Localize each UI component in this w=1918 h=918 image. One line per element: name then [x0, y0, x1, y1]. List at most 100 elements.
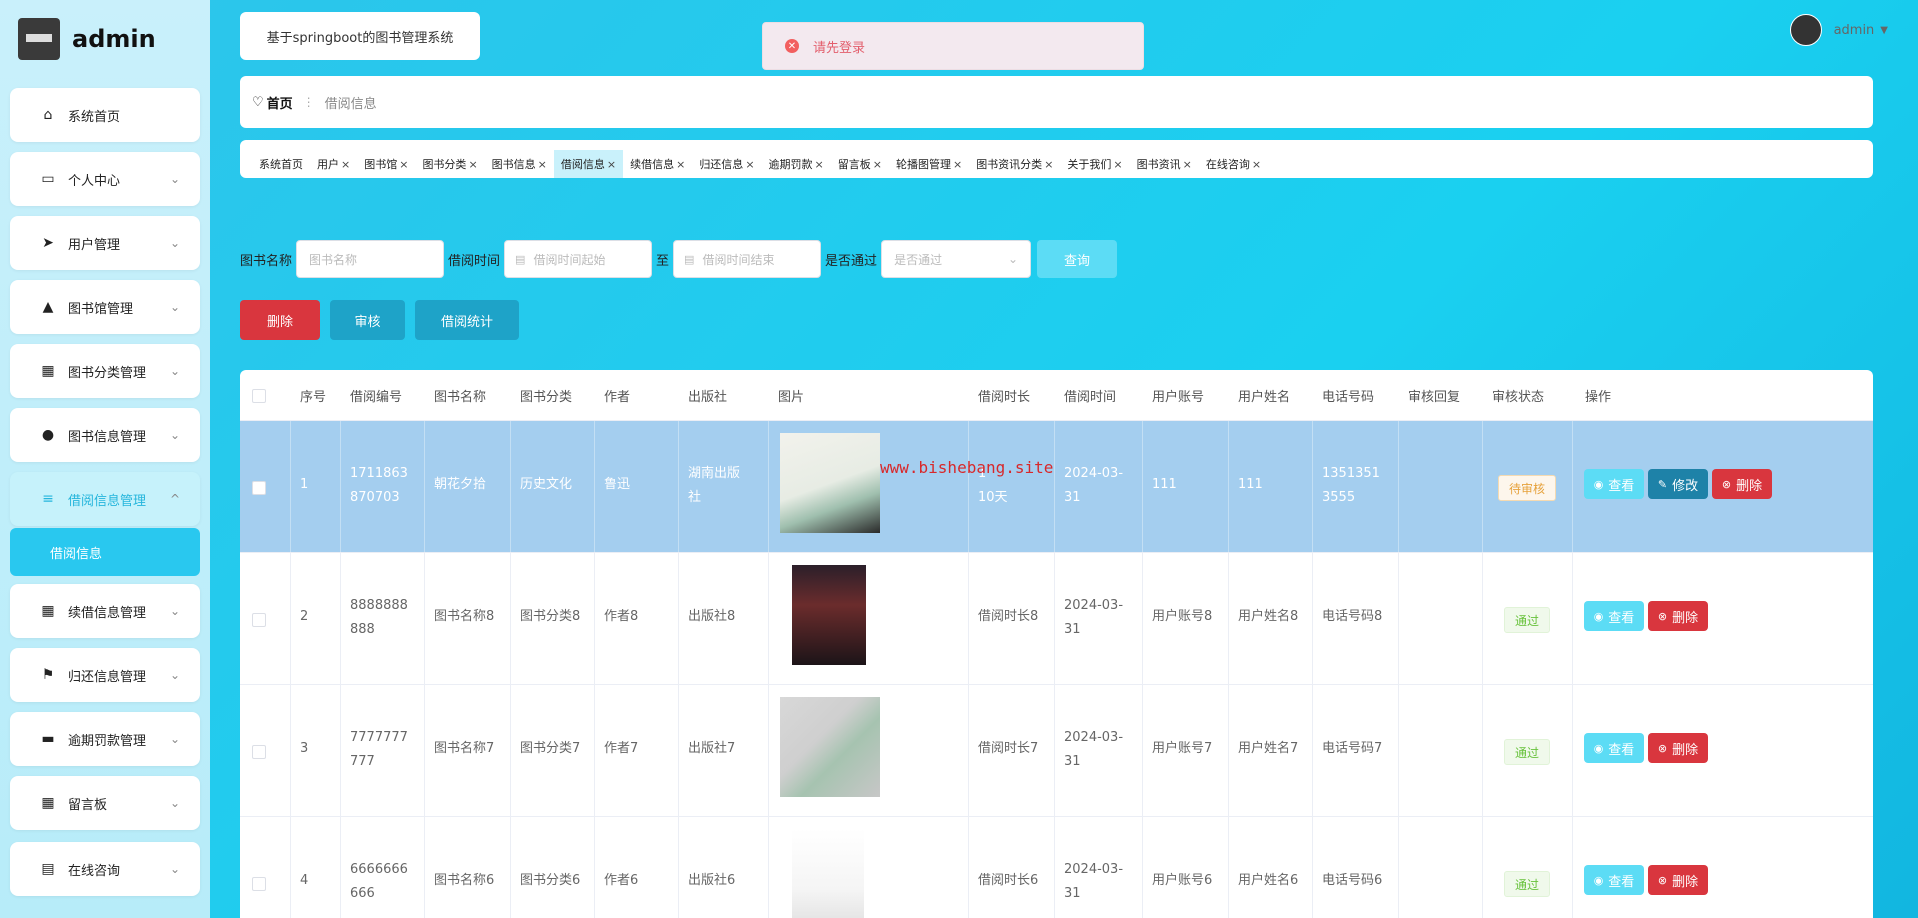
cell: 10天 — [978, 490, 1008, 505]
close-icon[interactable]: × — [815, 158, 824, 171]
close-icon[interactable]: × — [468, 158, 477, 171]
close-icon[interactable]: × — [745, 158, 754, 171]
close-icon[interactable]: × — [1113, 158, 1122, 171]
cell: 出版社7 — [688, 741, 736, 756]
table-row[interactable]: 2 8888888 888 图书名称8 图书分类8 作者8 出版社8 借阅时长8 2024-03… — [240, 552, 1873, 685]
cell: 1711863 — [350, 466, 408, 481]
column-divider — [340, 421, 341, 553]
row-checkbox[interactable] — [252, 613, 266, 627]
delete-button[interactable]: 删除 — [240, 300, 320, 340]
close-icon[interactable]: × — [538, 158, 547, 171]
sidebar-item-1[interactable]: ▭ 个人中心 ⌄ — [10, 152, 200, 206]
sidebar-item-8[interactable]: ⚑ 归还信息管理 ⌄ — [10, 648, 200, 702]
query-button[interactable]: 查询 — [1037, 240, 1118, 278]
tab-14[interactable]: 在线咨询 × — [1199, 150, 1268, 178]
pass-select[interactable]: 是否通过 ⌄ — [881, 240, 1032, 278]
chevron-down-icon: ⌄ — [169, 236, 180, 250]
column-divider — [290, 421, 291, 553]
tab-2[interactable]: 图书馆 × — [357, 150, 415, 178]
cell: 用户账号8 — [1152, 609, 1213, 624]
close-icon[interactable]: × — [676, 158, 685, 171]
sidebar-item-5[interactable]: ● 图书信息管理 ⌄ — [10, 408, 200, 462]
sidebar-item-11[interactable]: ▤ 在线咨询 ⌄ — [10, 842, 200, 896]
breadcrumb-home[interactable]: ♡ 首页 — [252, 93, 293, 112]
close-icon[interactable]: × — [873, 158, 882, 171]
status-badge: 通过 — [1504, 739, 1550, 765]
tab-13[interactable]: 图书资讯 × — [1130, 150, 1199, 178]
tab-11[interactable]: 图书资讯分类 × — [969, 150, 1060, 178]
username[interactable]: admin — [1834, 23, 1875, 38]
del-button[interactable]: ⊗ 删除 — [1648, 601, 1708, 631]
close-icon[interactable]: × — [399, 158, 408, 171]
tab-10[interactable]: 轮播图管理 × — [889, 150, 969, 178]
column-divider — [1312, 421, 1313, 553]
tab-8[interactable]: 逾期罚款 × — [762, 150, 831, 178]
close-icon[interactable]: × — [1044, 158, 1053, 171]
close-icon[interactable]: × — [341, 158, 350, 171]
flag-icon: ⚑ — [41, 667, 55, 683]
view-button[interactable]: ◉ 查看 — [1584, 865, 1644, 895]
close-icon[interactable]: × — [1252, 158, 1261, 171]
borrow-end-date-input[interactable]: ▤ 借阅时间结束 — [673, 240, 822, 278]
table-row[interactable]: 3 7777777 777 图书名称7 图书分类7 作者7 出版社7 借阅时长7 2024-03… — [240, 684, 1873, 817]
sidebar-item-9[interactable]: ▬ 逾期罚款管理 ⌄ — [10, 712, 200, 766]
select-all-checkbox[interactable] — [252, 389, 266, 403]
sidebar-item-0[interactable]: ⌂ 系统首页 — [10, 88, 200, 142]
edit-button[interactable]: ✎ 修改 — [1648, 469, 1708, 499]
tab-1[interactable]: 用户 × — [310, 150, 357, 178]
column-divider — [594, 685, 595, 817]
review-button[interactable]: 审核 — [330, 300, 405, 340]
user-menu[interactable]: admin ▼ — [1789, 14, 1888, 46]
tab-12[interactable]: 关于我们 × — [1060, 150, 1129, 178]
column-divider — [1142, 685, 1143, 817]
cell: 2024-03- — [1064, 862, 1124, 877]
del-button[interactable]: ⊗ 删除 — [1712, 469, 1772, 499]
column-header: 电话号码 — [1322, 390, 1375, 405]
sidebar-item-label: 系统首页 — [68, 109, 121, 125]
book-name-input[interactable]: 图书名称 — [296, 240, 445, 278]
button-label: 删除 — [1672, 874, 1699, 890]
breadcrumb: ♡ 首页 ⋮ 借阅信息 — [240, 76, 1873, 128]
status-badge: 待审核 — [1498, 475, 1556, 501]
user-icon: ● — [41, 427, 55, 443]
tab-6[interactable]: 续借信息 × — [623, 150, 692, 178]
borrow-time-label: 借阅时间 — [448, 253, 501, 269]
tab-0[interactable]: 系统首页 — [252, 150, 310, 178]
tab-3[interactable]: 图书分类 × — [415, 150, 484, 178]
table-row[interactable]: 4 6666666 666 图书名称6 图书分类6 作者6 出版社6 借阅时长6 2024-03… — [240, 816, 1873, 918]
caret-down-icon[interactable]: ▼ — [1880, 25, 1888, 36]
tab-label: 关于我们 — [1067, 158, 1112, 171]
sidebar-item-6[interactable]: ≡ 借阅信息管理 ^ — [10, 472, 200, 526]
cell: 888 — [350, 622, 375, 637]
sidebar-item-4[interactable]: ▦ 图书分类管理 ⌄ — [10, 344, 200, 398]
del-button[interactable]: ⊗ 删除 — [1648, 865, 1708, 895]
user-avatar[interactable] — [1789, 14, 1822, 46]
view-button[interactable]: ◉ 查看 — [1584, 601, 1644, 631]
tab-5[interactable]: 借阅信息 × — [553, 150, 624, 178]
view-button[interactable]: ◉ 查看 — [1584, 469, 1644, 499]
column-divider — [424, 553, 425, 685]
close-icon[interactable]: × — [1183, 158, 1192, 171]
tab-7[interactable]: 归还信息 × — [692, 150, 761, 178]
borrow-stats-button[interactable]: 借阅统计 — [415, 300, 519, 340]
close-icon[interactable]: × — [607, 158, 616, 171]
sidebar-item-3[interactable]: ▲ 图书馆管理 ⌄ — [10, 280, 200, 334]
row-checkbox[interactable] — [252, 481, 266, 495]
table-row[interactable]: 1 1711863 870703 朝花夕拾 历史文化 鲁迅 湖南出版社 1 10天 2024-03… — [240, 420, 1873, 553]
cell: 111 — [1238, 477, 1263, 492]
sidebar-item-2[interactable]: ➤ 用户管理 ⌄ — [10, 216, 200, 270]
row-checkbox[interactable] — [252, 877, 266, 891]
sidebar-item-10[interactable]: ▦ 留言板 ⌄ — [10, 776, 200, 830]
close-icon[interactable]: × — [953, 158, 962, 171]
tab-4[interactable]: 图书信息 × — [485, 150, 554, 178]
row-checkbox[interactable] — [252, 745, 266, 759]
tab-9[interactable]: 留言板 × — [831, 150, 889, 178]
borrow-start-date-input[interactable]: ▤ 借阅时间起始 — [504, 240, 653, 278]
column-divider — [1228, 553, 1229, 685]
eye-icon: ◉ — [1593, 477, 1604, 491]
del-button[interactable]: ⊗ 删除 — [1648, 733, 1708, 763]
sidebar-subitem-borrow-info[interactable]: 借阅信息 — [10, 528, 200, 576]
tab-label: 轮播图管理 — [895, 158, 951, 171]
view-button[interactable]: ◉ 查看 — [1584, 733, 1644, 763]
sidebar-item-7[interactable]: ▦ 续借信息管理 ⌄ — [10, 584, 200, 638]
